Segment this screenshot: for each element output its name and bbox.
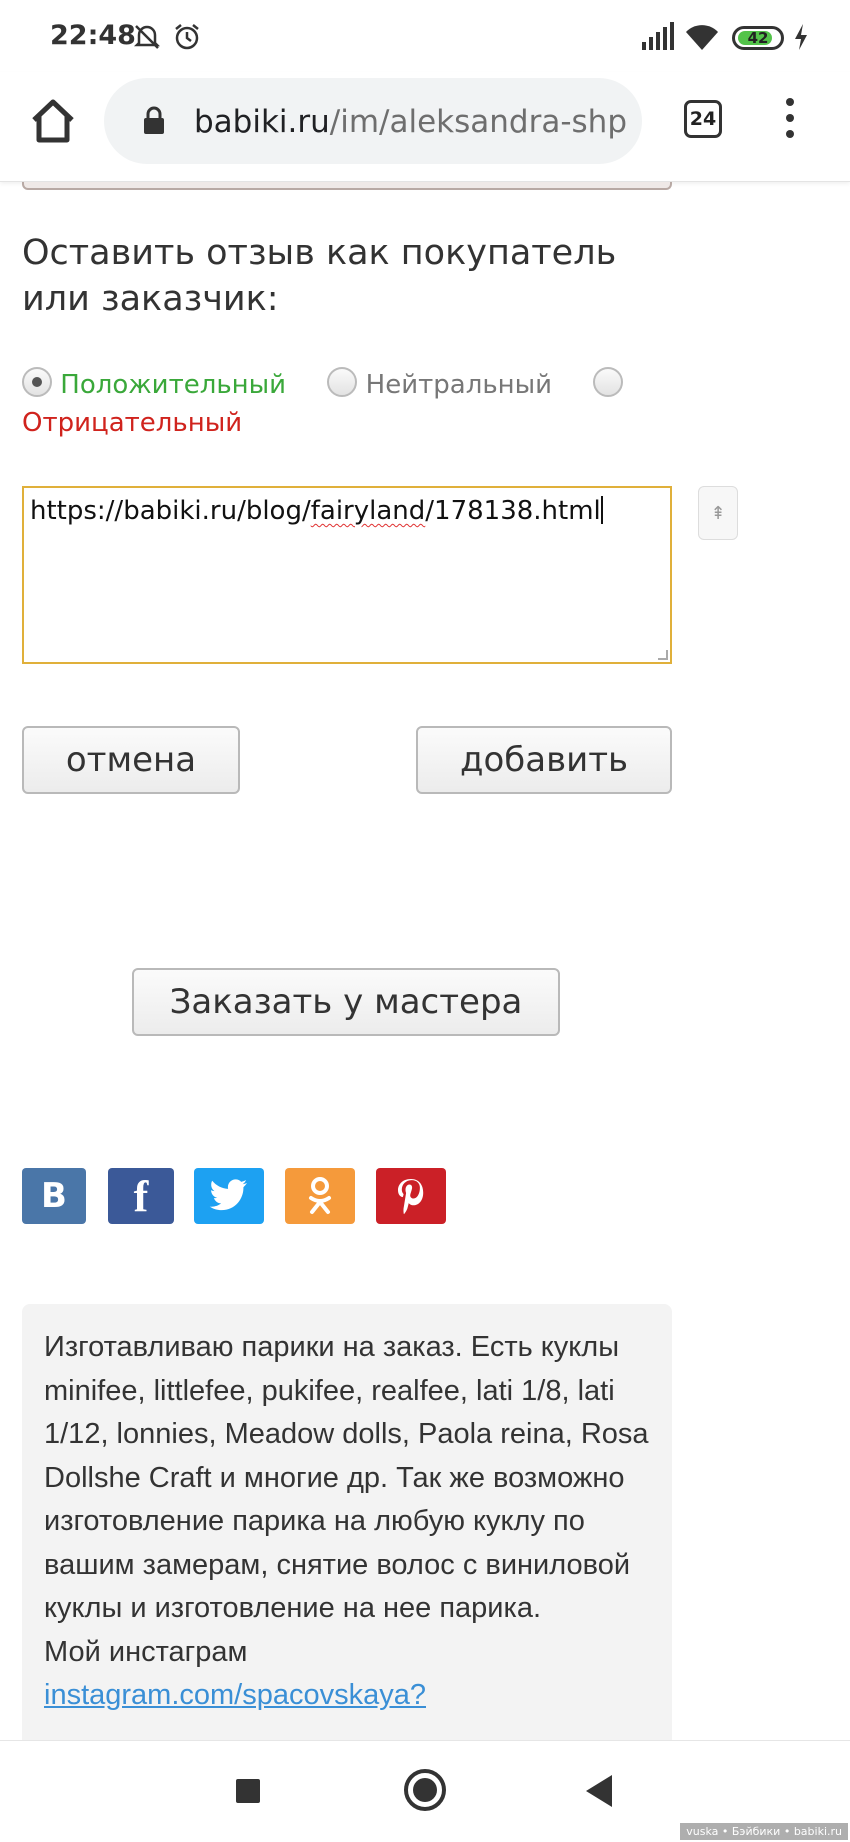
twitter-icon	[209, 1179, 247, 1211]
review-text-start: https://babiki.ru/blog/	[30, 496, 311, 526]
watermark: vuska • Бэйбики • babiki.ru	[680, 1823, 848, 1840]
label-neutral[interactable]: Нейтральный	[366, 370, 552, 400]
twitter-share-button[interactable]	[194, 1168, 264, 1224]
master-info-box: Изготавливаю парики на заказ. Есть куклы…	[22, 1304, 672, 1740]
recents-icon[interactable]	[236, 1779, 260, 1803]
radio-neutral[interactable]	[327, 367, 358, 397]
facebook-icon: f	[133, 1171, 149, 1221]
vk-share-button[interactable]: B	[22, 1168, 86, 1224]
alarm-icon	[172, 22, 202, 56]
url-path: /im/aleksandra-shp	[329, 104, 627, 140]
pinterest-icon	[398, 1179, 424, 1215]
home-nav-icon[interactable]	[404, 1769, 446, 1811]
wifi-icon	[684, 22, 720, 56]
clock: 22:48	[50, 20, 136, 51]
review-text-end: /178138.html	[425, 496, 601, 526]
battery-level: 42	[747, 29, 769, 47]
url-domain: babiki.ru	[194, 104, 330, 140]
facebook-share-button[interactable]: f	[108, 1168, 174, 1224]
radio-positive[interactable]	[22, 367, 52, 397]
battery-icon: 42	[732, 26, 784, 50]
system-nav-bar: vuska • Бэйбики • babiki.ru	[0, 1740, 850, 1842]
charging-icon	[792, 22, 810, 56]
odnoklassniki-icon	[309, 1177, 331, 1214]
review-heading: Оставить отзыв как покупатель или заказч…	[22, 233, 617, 319]
scroll-up-button[interactable]: ⇞	[698, 486, 738, 540]
master-description: Изготавливаю парики на заказ. Есть куклы…	[44, 1331, 649, 1624]
mute-icon	[132, 22, 162, 56]
address-bar[interactable]: babiki.ru/im/aleksandra-shp	[104, 78, 642, 164]
radio-negative[interactable]	[593, 367, 624, 397]
lock-icon	[142, 106, 166, 140]
page-content: Оставить отзыв как покупатель или заказч…	[0, 182, 850, 1740]
pinterest-share-button[interactable]	[376, 1168, 446, 1224]
text-caret	[600, 496, 603, 524]
order-from-master-button[interactable]: Заказать у мастера	[132, 968, 560, 1036]
signal-icon	[640, 22, 674, 56]
browser-toolbar: babiki.ru/im/aleksandra-shp 24	[0, 72, 850, 182]
instagram-label: Мой инстаграм	[44, 1635, 248, 1668]
previous-field	[22, 182, 672, 190]
home-icon[interactable]	[28, 96, 78, 146]
label-positive[interactable]: Положительный	[60, 370, 286, 400]
review-textarea[interactable]: https://babiki.ru/blog/fairyland/178138.…	[22, 486, 672, 664]
odnoklassniki-share-button[interactable]	[285, 1168, 355, 1224]
review-type-group: Положительный Нейтральный Отрицательный	[22, 366, 662, 442]
label-negative[interactable]: Отрицательный	[22, 408, 242, 438]
add-button[interactable]: добавить	[416, 726, 672, 794]
arrow-up-icon: ⇞	[710, 502, 726, 524]
resize-handle[interactable]	[658, 650, 668, 660]
cancel-button[interactable]: отмена	[22, 726, 240, 794]
url-text: babiki.ru/im/aleksandra-shp	[194, 104, 627, 140]
vk-icon: B	[41, 1176, 67, 1216]
instagram-link[interactable]: instagram.com/spacovskaya?	[44, 1674, 650, 1718]
tab-switcher-button[interactable]: 24	[684, 100, 722, 138]
review-text-misspelled: fairyland	[310, 496, 426, 526]
status-bar: 22:48 42	[0, 0, 850, 72]
back-icon[interactable]	[586, 1775, 612, 1807]
more-menu-icon[interactable]	[784, 98, 796, 142]
